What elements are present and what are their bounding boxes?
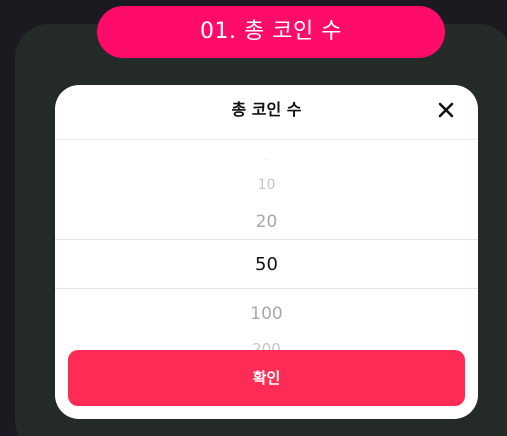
- coin-count-picker[interactable]: ·· 10 20 50 100 200: [55, 147, 478, 358]
- dialog-title: 총 코인 수: [231, 100, 302, 119]
- confirm-button[interactable]: 확인: [68, 350, 465, 406]
- picker-item[interactable]: 100: [55, 301, 478, 327]
- close-icon: [438, 102, 454, 118]
- picker-dialog: 총 코인 수 ·· 10 20 50 100 200 확인: [55, 85, 478, 419]
- picker-item[interactable]: 10: [55, 175, 478, 195]
- step-banner: 01. 총 코인 수: [97, 6, 445, 58]
- picker-item-selected[interactable]: 50: [55, 251, 478, 279]
- picker-item-faint: ··: [263, 155, 270, 164]
- picker-item[interactable]: 20: [55, 209, 478, 235]
- dialog-header: 총 코인 수: [55, 85, 478, 140]
- screen: 01. 총 코인 수 총 코인 수 ·· 10 20 50 100 200 확인: [0, 0, 507, 436]
- close-button[interactable]: [434, 98, 458, 122]
